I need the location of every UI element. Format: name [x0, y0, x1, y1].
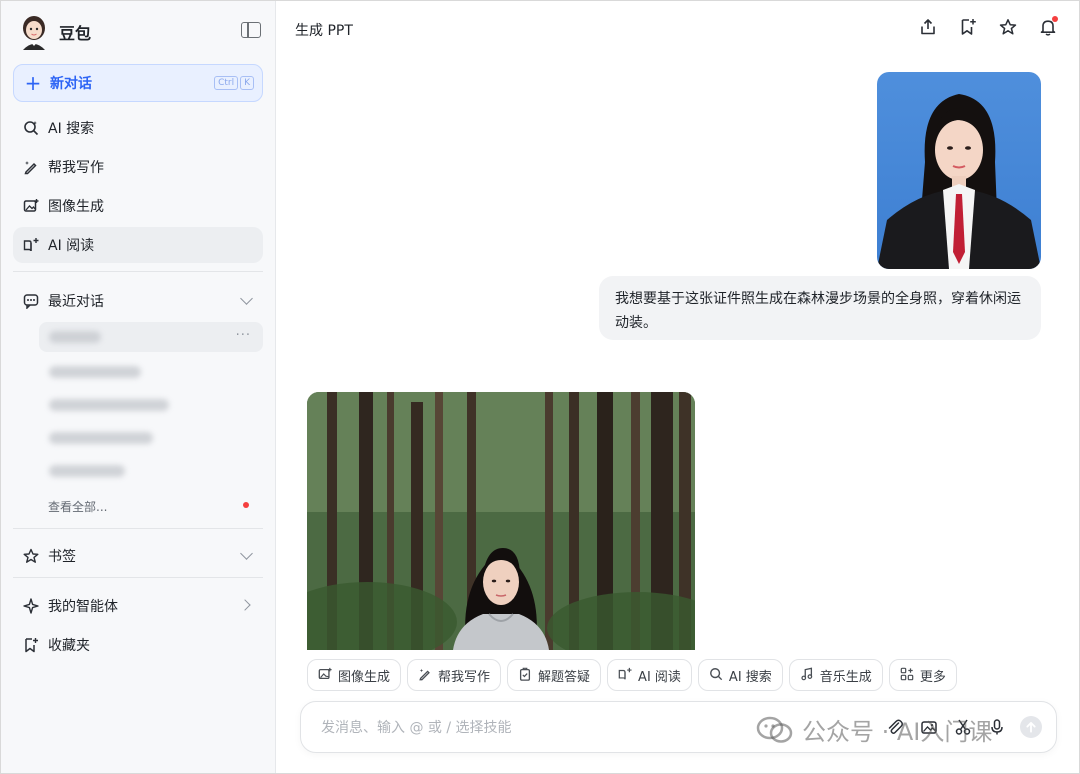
sidebar: 豆包 + 新对话 Ctrl K AI 搜索 帮我写作 图像生成 AI 阅读 最近… — [1, 1, 276, 773]
composer-actions — [884, 715, 1042, 739]
recent-chat-item[interactable]: ··· — [39, 322, 263, 352]
sidebar-item-label: 收藏夹 — [48, 638, 90, 654]
shortcut-key-k: K — [240, 76, 254, 90]
pen-sparkle-icon — [418, 667, 432, 684]
skill-music-gen[interactable]: 音乐生成 — [788, 659, 883, 691]
scissors-icon[interactable] — [952, 715, 974, 739]
skill-label: 帮我写作 — [438, 669, 491, 685]
star-icon[interactable] — [997, 16, 1019, 38]
sidebar-item-label: AI 阅读 — [48, 238, 95, 254]
image-icon[interactable] — [918, 715, 940, 739]
recent-chat-item[interactable] — [39, 456, 263, 486]
image-add-icon — [318, 667, 332, 684]
new-chat-button[interactable]: + 新对话 Ctrl K — [13, 64, 263, 102]
sidebar-divider — [13, 528, 263, 529]
sparkle-icon — [23, 598, 39, 614]
skill-label: AI 阅读 — [638, 669, 681, 685]
page-title: 生成 PPT — [295, 23, 353, 39]
send-button[interactable] — [1020, 715, 1042, 739]
ai-search-icon — [23, 120, 39, 136]
skill-label: 解题答疑 — [538, 669, 591, 685]
recent-chat-item[interactable] — [39, 423, 263, 453]
sidebar-item-image-gen[interactable]: 图像生成 — [13, 188, 263, 224]
chat-bubble-icon — [23, 293, 39, 309]
redacted-title — [49, 366, 141, 378]
redacted-title — [49, 432, 153, 444]
see-all-link[interactable]: 查看全部... — [48, 498, 107, 515]
redacted-title — [49, 399, 169, 411]
chevron-down-icon — [240, 292, 253, 305]
skill-ai-search[interactable]: AI 搜索 — [697, 659, 783, 691]
sidebar-toggle-icon[interactable] — [241, 22, 261, 38]
skill-label: 更多 — [919, 669, 946, 685]
generated-forest-image[interactable] — [307, 392, 695, 650]
music-note-icon — [800, 667, 814, 684]
chevron-down-icon — [240, 547, 253, 560]
redacted-title — [49, 331, 101, 343]
bookmark-add-icon — [23, 637, 39, 653]
sidebar-item-label: 图像生成 — [48, 199, 104, 215]
user-message-bubble: 我想要基于这张证件照生成在森林漫步场景的全身照，穿着休闲运动装。 — [599, 276, 1041, 340]
chevron-right-icon — [239, 599, 251, 611]
avatar — [19, 14, 49, 50]
more-options-icon[interactable]: ··· — [236, 328, 251, 343]
sidebar-item-favorites[interactable]: 收藏夹 — [13, 627, 263, 663]
shortcut-key-ctrl: Ctrl — [214, 76, 239, 90]
top-toolbar — [917, 16, 1059, 38]
share-icon[interactable] — [917, 16, 939, 38]
unread-dot — [243, 502, 249, 508]
sidebar-item-ai-reading[interactable]: AI 阅读 — [13, 227, 263, 263]
brand-name: 豆包 — [59, 24, 92, 43]
recent-chats-header[interactable]: 最近对话 — [13, 283, 263, 319]
chat-main: 生成 PPT 我想要基于这张证件照生成在森林漫步场景的全身照，穿着休闲运动装。 … — [276, 1, 1079, 773]
user-message-text: 我想要基于这张证件照生成在森林漫步场景的全身照，穿着休闲运动装。 — [615, 291, 1021, 331]
bookmark-add-icon[interactable] — [957, 16, 979, 38]
sidebar-item-agents[interactable]: 我的智能体 — [13, 588, 263, 624]
skill-more[interactable]: 更多 — [888, 659, 957, 691]
bell-icon[interactable] — [1037, 16, 1059, 38]
microphone-icon[interactable] — [986, 715, 1008, 739]
skill-problem-solving[interactable]: 解题答疑 — [507, 659, 602, 691]
recent-chat-item[interactable] — [39, 357, 263, 387]
image-add-icon — [23, 198, 39, 214]
message-input[interactable] — [321, 717, 741, 739]
app-window: 豆包 + 新对话 Ctrl K AI 搜索 帮我写作 图像生成 AI 阅读 最近… — [0, 0, 1080, 774]
sidebar-divider — [13, 271, 263, 272]
skill-ai-reading[interactable]: AI 阅读 — [607, 659, 692, 691]
book-sparkle-icon — [23, 237, 39, 253]
sidebar-item-label: 帮我写作 — [48, 160, 104, 176]
skill-label: 音乐生成 — [819, 669, 872, 685]
skill-bar: 图像生成 帮我写作 解题答疑 AI 阅读 AI 搜索 音乐生成 更多 — [307, 659, 957, 691]
plus-icon: + — [24, 71, 42, 95]
star-icon — [23, 548, 39, 564]
recent-chat-item[interactable] — [39, 390, 263, 420]
sidebar-item-label: 我的智能体 — [48, 599, 118, 615]
sidebar-item-label: 书签 — [48, 549, 76, 565]
brand[interactable]: 豆包 — [19, 13, 91, 51]
new-chat-label: 新对话 — [50, 76, 92, 92]
sidebar-item-ai-search[interactable]: AI 搜索 — [13, 110, 263, 146]
sidebar-item-label: AI 搜索 — [48, 121, 95, 137]
clipboard-check-icon — [518, 667, 532, 684]
message-composer — [300, 701, 1057, 753]
pen-sparkle-icon — [23, 159, 39, 175]
sidebar-item-bookmarks[interactable]: 书签 — [13, 538, 263, 574]
notification-dot — [1052, 16, 1058, 22]
skill-image-gen[interactable]: 图像生成 — [307, 659, 402, 691]
recent-chats-label: 最近对话 — [48, 294, 104, 310]
skill-writing[interactable]: 帮我写作 — [407, 659, 502, 691]
ai-search-icon — [709, 667, 723, 684]
skill-label: AI 搜索 — [728, 669, 772, 685]
paperclip-icon[interactable] — [884, 715, 906, 739]
book-sparkle-icon — [618, 667, 632, 684]
shortcut-hint: Ctrl K — [214, 76, 254, 90]
uploaded-id-photo[interactable] — [877, 72, 1041, 269]
sidebar-divider — [13, 577, 263, 578]
sidebar-item-writing[interactable]: 帮我写作 — [13, 149, 263, 185]
skill-label: 图像生成 — [338, 669, 391, 685]
redacted-title — [49, 465, 125, 477]
grid-plus-icon — [900, 667, 914, 684]
